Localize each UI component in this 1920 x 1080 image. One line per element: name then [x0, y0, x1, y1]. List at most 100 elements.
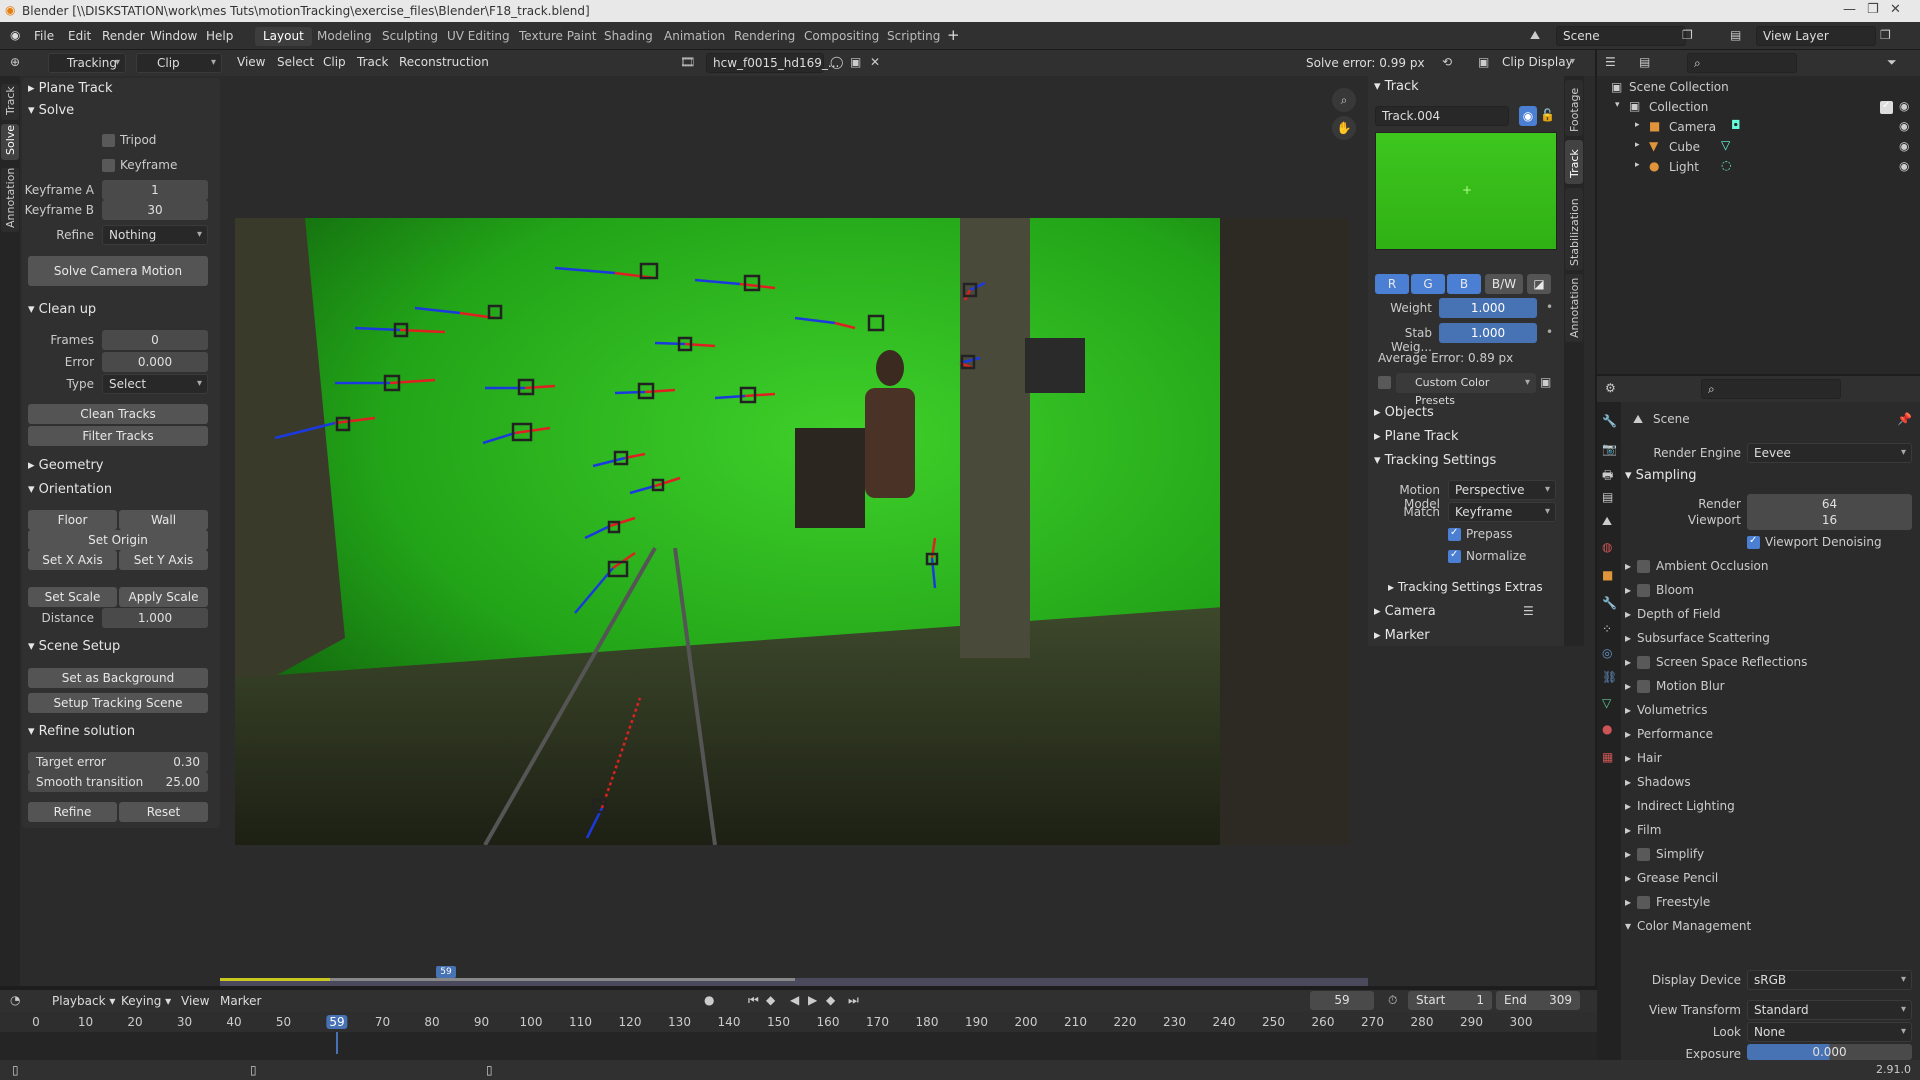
exposure-field[interactable]: 0.000: [1747, 1044, 1912, 1060]
collection-expand-icon[interactable]: ▾: [1615, 100, 1620, 110]
tab-annotation[interactable]: Annotation: [1, 168, 19, 232]
current-frame-field[interactable]: 59: [1310, 991, 1374, 1010]
light-eye-icon[interactable]: ◉: [1899, 159, 1909, 173]
close-icon[interactable]: ✕: [1890, 2, 1901, 17]
prev-keyframe-icon[interactable]: ◆: [766, 993, 775, 1007]
prepass-checkbox[interactable]: [1448, 527, 1461, 541]
marker-menu[interactable]: Marker: [220, 994, 261, 1008]
collection-eye-icon[interactable]: ◉: [1899, 99, 1909, 113]
film-section[interactable]: ▸ Film: [1625, 818, 1915, 842]
camera-label[interactable]: Camera: [1669, 120, 1716, 134]
simplify-section[interactable]: ▸ Simplify: [1625, 842, 1915, 866]
tab-track[interactable]: Track: [1, 84, 19, 120]
weight-field[interactable]: 1.000: [1439, 298, 1537, 318]
look-dropdown[interactable]: None: [1747, 1022, 1912, 1042]
timer-icon[interactable]: ⏱: [1388, 993, 1397, 1008]
tab-uv-editing[interactable]: UV Editing: [439, 27, 518, 46]
clip-name-field[interactable]: hcw_f0015_hd169_...: [706, 53, 839, 73]
reset-button[interactable]: Reset: [119, 802, 208, 822]
view-layer-tab-icon[interactable]: ▤: [1602, 490, 1613, 504]
play-icon[interactable]: ▶: [808, 993, 817, 1007]
simplify-checkbox[interactable]: [1637, 847, 1650, 861]
geometry-section[interactable]: ▸ Geometry: [28, 458, 104, 473]
screen-space-reflections-section[interactable]: ▸ Screen Space Reflections: [1625, 650, 1915, 674]
jump-start-icon[interactable]: ⏮: [748, 993, 759, 1008]
particles-tab-icon[interactable]: ⁘: [1602, 622, 1612, 636]
minimize-icon[interactable]: —: [1843, 2, 1856, 17]
list-icon[interactable]: ☰: [1523, 604, 1534, 618]
tab-rendering[interactable]: Rendering: [726, 27, 803, 46]
weight-keyframe-dot[interactable]: •: [1546, 300, 1553, 314]
current-frame-marker[interactable]: 59: [326, 1015, 348, 1029]
properties-editor-icon[interactable]: ⚙: [1605, 381, 1616, 395]
scene-collection-label[interactable]: Scene Collection: [1629, 80, 1729, 94]
wall-button[interactable]: Wall: [119, 510, 208, 530]
frames-field[interactable]: 0: [102, 330, 208, 350]
zoom-icon[interactable]: ⌕: [1332, 88, 1356, 112]
collection-label[interactable]: Collection: [1649, 100, 1708, 114]
tab-stabilization[interactable]: Stabilization: [1565, 188, 1583, 270]
set-origin-button[interactable]: Set Origin: [28, 530, 208, 550]
eye-icon[interactable]: ◉: [1519, 106, 1537, 126]
clean-tracks-button[interactable]: Clean Tracks: [28, 404, 208, 424]
viewport-samples-field[interactable]: 16: [1747, 510, 1912, 530]
start-frame-field[interactable]: Start 1: [1408, 991, 1492, 1010]
modifier-tab-icon[interactable]: 🔧: [1602, 596, 1617, 610]
match-dropdown[interactable]: Keyframe: [1448, 502, 1556, 522]
pin-icon[interactable]: 📌: [1897, 412, 1912, 426]
hair-section[interactable]: ▸ Hair: [1625, 746, 1915, 770]
freestyle-checkbox[interactable]: [1637, 895, 1650, 909]
texture-tab-icon[interactable]: ▦: [1602, 750, 1613, 764]
render-engine-dropdown[interactable]: Eevee: [1747, 443, 1912, 463]
marker-section[interactable]: ▸ Marker: [1374, 628, 1430, 643]
objects-section[interactable]: ▸ Objects: [1374, 405, 1434, 420]
clip-display-menu[interactable]: Clip Display: [1496, 53, 1580, 73]
clip-footage[interactable]: [235, 218, 1349, 845]
set-as-background-button[interactable]: Set as Background: [28, 668, 208, 688]
tab-solve[interactable]: Solve: [1, 124, 19, 160]
tool-tab-icon[interactable]: 🔧: [1602, 414, 1617, 428]
pan-hand-icon[interactable]: ✋: [1332, 116, 1356, 140]
volumetrics-section[interactable]: ▸ Volumetrics: [1625, 698, 1915, 722]
target-error-field[interactable]: Target error 0.30: [28, 752, 208, 772]
end-frame-field[interactable]: End 309: [1496, 991, 1580, 1010]
new-view-layer-icon[interactable]: ❐: [1880, 28, 1891, 42]
menu-reconstruction[interactable]: Reconstruction: [399, 55, 489, 69]
display-device-dropdown[interactable]: sRGB: [1747, 970, 1912, 990]
mode-selector[interactable]: Tracking: [48, 53, 126, 73]
tab-track-sidebar[interactable]: Track: [1565, 140, 1583, 184]
open-folder-icon[interactable]: ▣: [850, 55, 861, 69]
editor-type-icon[interactable]: ⊕: [10, 55, 20, 69]
keying-menu[interactable]: Keying ▾: [121, 994, 171, 1008]
timeline-ruler[interactable]: 0 10 20 30 40 50 59 70 80 90 100 110 120 130 140 150 160…: [0, 1012, 1597, 1032]
tab-animation[interactable]: Animation: [656, 27, 733, 46]
color-management-section[interactable]: ▾ Color Management: [1625, 914, 1915, 938]
keyframe-b-field[interactable]: 30: [102, 200, 208, 220]
refine-dropdown[interactable]: Nothing: [102, 225, 208, 245]
play-reverse-icon[interactable]: ◀: [790, 993, 799, 1007]
tab-modeling[interactable]: Modeling: [309, 27, 380, 46]
subsurface-scattering-section[interactable]: ▸ Subsurface Scattering: [1625, 626, 1915, 650]
tab-texture-paint[interactable]: Texture Paint: [511, 27, 604, 46]
viewport-denoising-checkbox[interactable]: [1747, 535, 1760, 549]
new-scene-icon[interactable]: ❐: [1682, 28, 1693, 42]
tripod-checkbox[interactable]: [102, 134, 115, 147]
menu-clip[interactable]: Clip: [323, 55, 346, 69]
setup-tracking-scene-button[interactable]: Setup Tracking Scene: [28, 693, 208, 713]
stab-keyframe-dot[interactable]: •: [1546, 325, 1553, 339]
view-layer-selector[interactable]: View Layer: [1756, 26, 1876, 46]
outliner-editor-icon[interactable]: ☰: [1605, 55, 1616, 69]
stab-weight-field[interactable]: 1.000: [1439, 323, 1537, 343]
refine-solution-section[interactable]: ▾ Refine solution: [28, 724, 135, 739]
clip-browse-icon[interactable]: 🎞: [680, 55, 695, 69]
menu-render[interactable]: Render: [102, 29, 145, 43]
light-label[interactable]: Light: [1669, 160, 1699, 174]
ambient-occlusion-checkbox[interactable]: [1637, 559, 1650, 573]
tab-sculpting[interactable]: Sculpting: [374, 27, 446, 46]
normalize-checkbox[interactable]: [1448, 549, 1461, 563]
orientation-section[interactable]: ▾ Orientation: [28, 482, 112, 497]
bloom-checkbox[interactable]: [1637, 583, 1650, 597]
bw-channel-button[interactable]: B/W: [1485, 274, 1523, 294]
menu-help[interactable]: Help: [206, 29, 233, 43]
render-tab-icon[interactable]: 📷: [1602, 442, 1617, 456]
